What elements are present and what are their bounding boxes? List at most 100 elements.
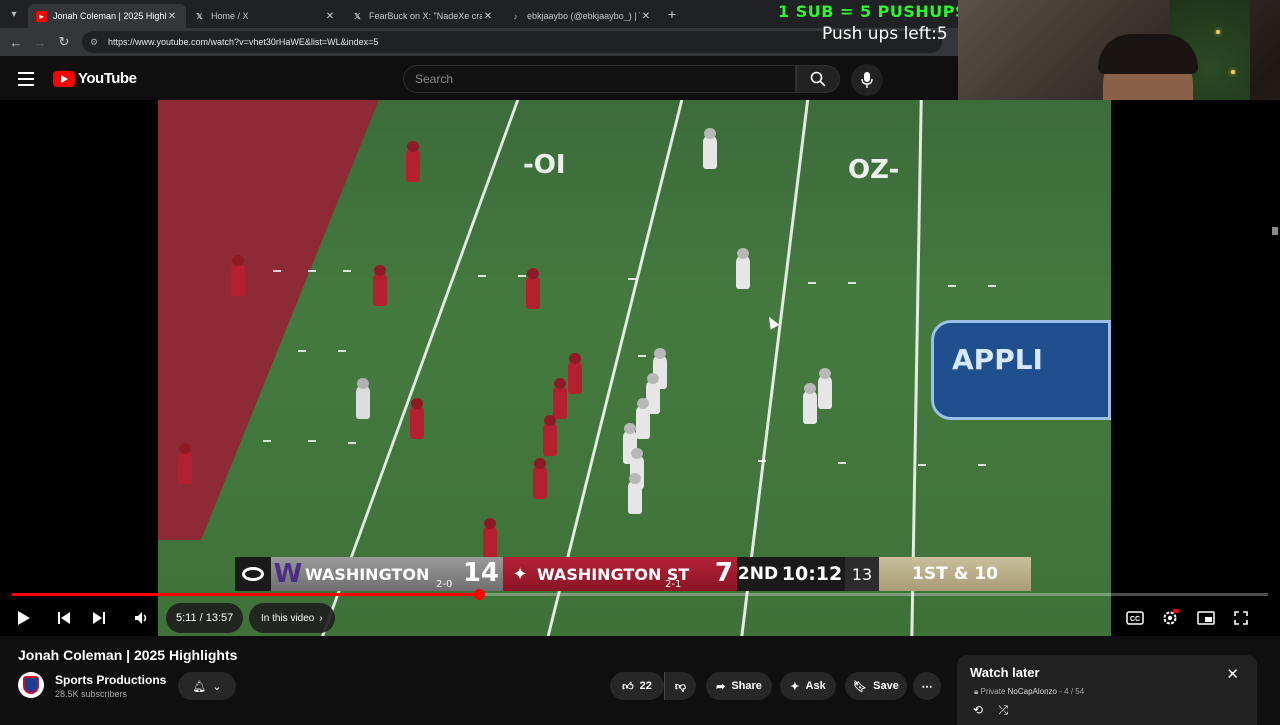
browser-tab-fearbuck[interactable]: 𝕏 FearBuck on X: "NadeXe crashe ✕ (344, 4, 502, 28)
team2-score: 7 (714, 558, 733, 588)
voice-search-button[interactable] (851, 64, 883, 96)
play-icon (18, 611, 30, 625)
previous-button[interactable] (54, 605, 74, 631)
time-text: 5:11 / 13:57 (176, 612, 234, 624)
video-player[interactable]: -OI OZ- APPLI W WASHINGTON 2-0 14 ✦ WASH… (0, 100, 1280, 636)
forward-arrow-icon[interactable]: → (28, 35, 52, 50)
microphone-icon (861, 72, 873, 88)
captions-button[interactable]: CC (1124, 605, 1146, 631)
channel-name[interactable]: Sports Productions (55, 673, 166, 687)
stream-overlay-title: 1 SUB = 5 PUSHUPS (778, 2, 968, 21)
share-label: Share (731, 680, 762, 692)
search-icon (810, 71, 826, 87)
reload-icon[interactable]: ↻ (52, 34, 76, 50)
close-tab-icon[interactable]: ✕ (166, 11, 178, 22)
ask-label: Ask (805, 680, 826, 692)
thumbs-down-icon: 👎︎ (674, 680, 687, 693)
playlist-privacy: Private (980, 687, 1006, 696)
close-tab-icon[interactable]: ✕ (324, 11, 336, 22)
lock-icon: 🔒︎ (974, 687, 979, 696)
thumbs-up-icon: 👍︎ (622, 680, 634, 693)
address-bar[interactable]: ⚙ https://www.youtube.com/watch?v=vhet30… (82, 31, 942, 53)
chevron-down-icon: ⌄ (212, 680, 222, 693)
scorebug-team-washington: W WASHINGTON 2-0 14 (271, 557, 503, 591)
channel-avatar[interactable] (18, 672, 44, 698)
tab-search-dropdown-icon[interactable]: ▾ (0, 0, 28, 28)
team2-record: 2-1 (665, 579, 682, 590)
save-button[interactable]: 🔖︎ Save (845, 672, 907, 700)
volume-button[interactable] (132, 605, 152, 631)
tab-label: FearBuck on X: "NadeXe crashe (369, 11, 482, 21)
browser-tab-tiktok[interactable]: ♪ ebkjaaybo (@ebkjaaybo_) | Tik ✕ (502, 4, 660, 28)
tiktok-icon: ♪ (513, 11, 518, 21)
miniplayer-button[interactable] (1195, 605, 1217, 631)
youtube-icon: ▸ (36, 10, 47, 22)
menu-icon[interactable] (18, 72, 34, 90)
loop-icon[interactable]: ⟲ (973, 703, 983, 717)
close-tab-icon[interactable]: ✕ (640, 11, 652, 22)
player-controls: 5:11 / 13:57 In this video › CC (0, 600, 1280, 636)
page-scrollbar[interactable] (1272, 227, 1278, 235)
sparkle-icon: ✦ (790, 680, 800, 693)
ask-button[interactable]: ✦ Ask (780, 672, 836, 700)
like-count: 22 (639, 680, 652, 692)
dislike-button[interactable]: 👎︎ (664, 672, 696, 700)
close-icon[interactable]: ✕ (1226, 665, 1239, 683)
miniplayer-icon (1197, 611, 1215, 625)
site-info-icon[interactable]: ⚙ (90, 37, 102, 48)
back-arrow-icon[interactable]: ← (4, 35, 28, 50)
like-button[interactable]: 👍︎ 22 (610, 672, 664, 700)
progress-bar[interactable] (12, 589, 1268, 600)
game-period: 2ND (737, 557, 779, 591)
youtube-logo[interactable]: YouTube (53, 70, 137, 87)
notification-bell-button[interactable]: 🔔︎ ⌄ (178, 672, 236, 700)
fullscreen-button[interactable] (1230, 605, 1252, 631)
playlist-position: 4 / 54 (1064, 687, 1085, 696)
playlist-owner[interactable]: NoCapAlonzo (1008, 687, 1057, 696)
svg-text:CC: CC (1130, 616, 1140, 623)
fullscreen-icon (1234, 611, 1248, 625)
video-frame[interactable]: -OI OZ- APPLI W WASHINGTON 2-0 14 ✦ WASH… (158, 100, 1111, 636)
endzone (158, 100, 395, 540)
youtube-logo-text: YouTube (78, 70, 137, 87)
more-actions-button[interactable]: ⋯ (913, 672, 941, 700)
tab-label: ebkjaaybo (@ebkjaaybo_) | Tik (527, 11, 640, 21)
tab-label: Jonah Coleman | 2025 Highlights (53, 11, 166, 21)
search-input[interactable]: Search (403, 65, 796, 93)
playlist-title[interactable]: Watch later (970, 665, 1040, 680)
scorebug-team-washington-st: ✦ WASHINGTON ST 2-1 7 (503, 557, 737, 591)
save-label: Save (873, 680, 899, 692)
team1-record: 2-0 (436, 579, 453, 590)
bowl-logo: APPLI (931, 320, 1111, 420)
browser-toolbar: ← → ↻ ⚙ https://www.youtube.com/watch?v=… (0, 28, 958, 56)
captions-icon: CC (1126, 611, 1144, 625)
search-button[interactable] (796, 65, 840, 93)
playlist-controls: ⟲ ⤮ (973, 703, 1008, 718)
in-this-video-button[interactable]: In this video › (249, 603, 335, 633)
play-clock: 13 (845, 557, 879, 591)
settings-button[interactable] (1159, 605, 1181, 631)
down-and-distance: 1ST & 10 (879, 557, 1031, 591)
time-display: 5:11 / 13:57 (166, 603, 244, 633)
chapter-label: In this video (261, 612, 315, 624)
browser-tab-x-home[interactable]: 𝕏 Home / X ✕ (186, 4, 344, 28)
video-details: Jonah Coleman | 2025 Highlights Sports P… (0, 636, 1280, 725)
browser-tab-youtube[interactable]: ▸ Jonah Coleman | 2025 Highlights ✕ (28, 4, 186, 28)
next-button[interactable] (89, 605, 109, 631)
game-clock: 10:12 (779, 557, 845, 591)
team1-score: 14 (462, 558, 499, 588)
playlist-meta: 🔒︎ Private NoCapAlonzo - 4 / 54 (974, 687, 1085, 696)
play-button[interactable] (14, 605, 34, 631)
x-icon: 𝕏 (354, 11, 361, 21)
share-button[interactable]: ➦ Share (706, 672, 772, 700)
team1-name: WASHINGTON (305, 564, 430, 584)
new-tab-button[interactable]: + (660, 6, 684, 22)
video-title: Jonah Coleman | 2025 Highlights (18, 647, 238, 663)
chevron-right-icon: › (319, 612, 323, 624)
progress-fill (12, 593, 480, 596)
close-tab-icon[interactable]: ✕ (482, 11, 494, 22)
more-horizontal-icon: ⋯ (921, 680, 933, 693)
gear-icon (1163, 609, 1179, 625)
shuffle-icon[interactable]: ⤮ (998, 703, 1008, 717)
x-icon: 𝕏 (196, 11, 203, 21)
